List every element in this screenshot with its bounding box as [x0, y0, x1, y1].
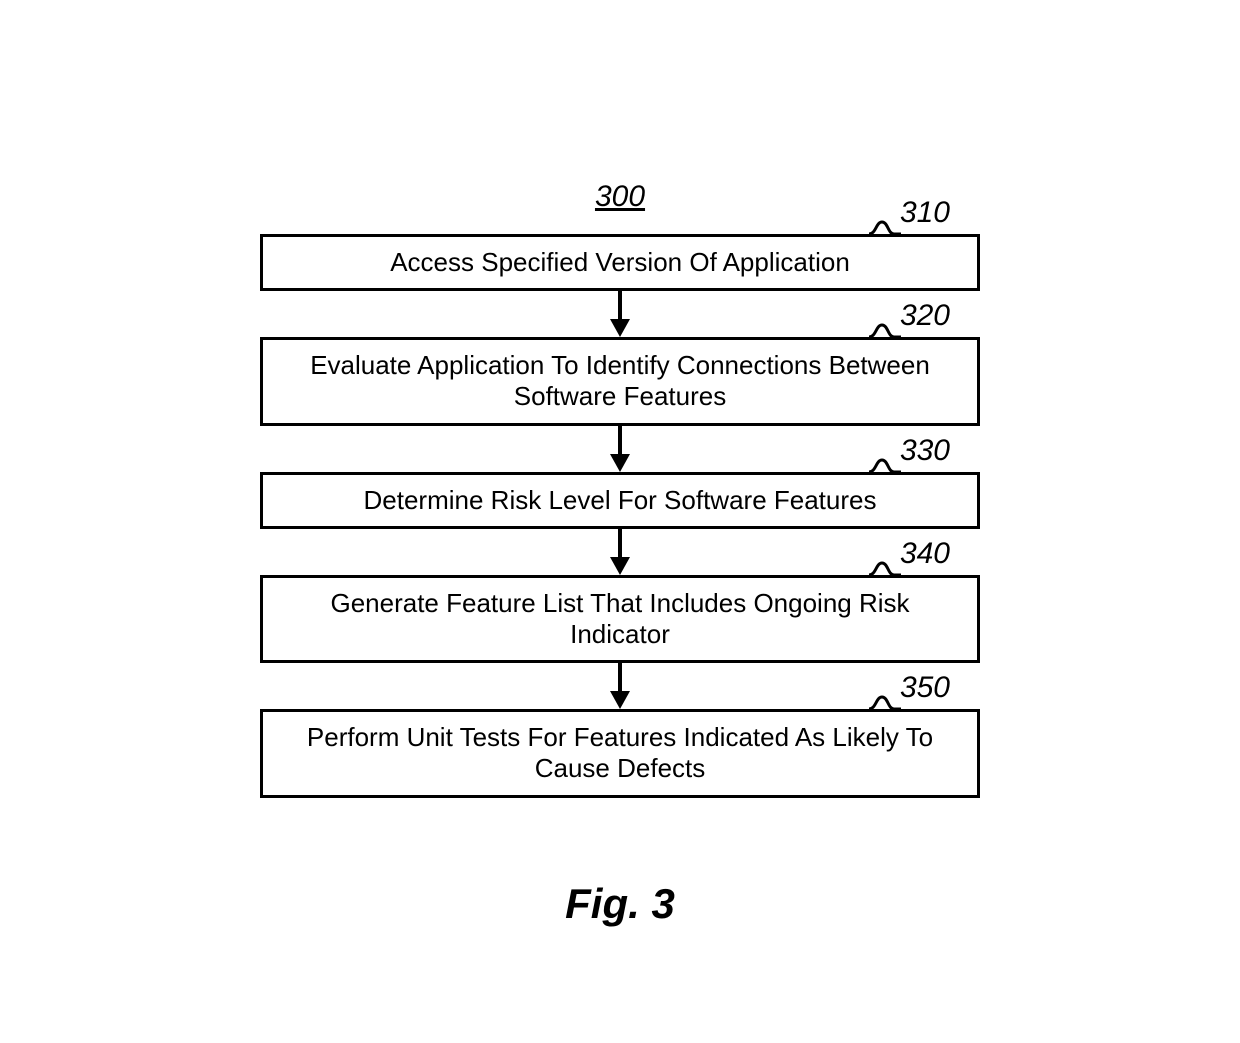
ref-number: 340 — [900, 537, 950, 570]
leader-line-icon — [868, 687, 902, 711]
ref-label: 330 — [900, 434, 950, 468]
leader-line-icon — [868, 315, 902, 339]
ref-number: 310 — [900, 196, 950, 229]
diagram-number: 300 — [260, 180, 980, 214]
ref-number: 320 — [900, 299, 950, 332]
ref-label: 320 — [900, 299, 950, 333]
page: 300 310 Access Specified Version Of Appl… — [0, 0, 1240, 1043]
step-box: Determine Risk Level For Software Featur… — [260, 472, 980, 529]
ref-label: 310 — [900, 196, 950, 230]
step-box: Access Specified Version Of Application — [260, 234, 980, 291]
flowchart: 300 310 Access Specified Version Of Appl… — [260, 180, 980, 798]
arrow-down-icon — [608, 291, 632, 337]
ref-number: 330 — [900, 434, 950, 467]
leader-line-icon — [868, 553, 902, 577]
ref-label: 340 — [900, 537, 950, 571]
ref-number: 350 — [900, 671, 950, 704]
step-320: 320 Evaluate Application To Identify Con… — [260, 337, 980, 425]
arrow-down-icon — [608, 529, 632, 575]
arrow-down-icon — [608, 426, 632, 472]
leader-line-icon — [868, 450, 902, 474]
step-340: 340 Generate Feature List That Includes … — [260, 575, 980, 663]
ref-label: 350 — [900, 671, 950, 705]
step-330: 330 Determine Risk Level For Software Fe… — [260, 472, 980, 529]
arrow-down-icon — [608, 663, 632, 709]
step-box: Generate Feature List That Includes Ongo… — [260, 575, 980, 663]
step-350: 350 Perform Unit Tests For Features Indi… — [260, 709, 980, 797]
step-box: Evaluate Application To Identify Connect… — [260, 337, 980, 425]
leader-line-icon — [868, 212, 902, 236]
step-310: 310 Access Specified Version Of Applicat… — [260, 234, 980, 291]
figure-caption: Fig. 3 — [0, 880, 1240, 928]
step-box: Perform Unit Tests For Features Indicate… — [260, 709, 980, 797]
